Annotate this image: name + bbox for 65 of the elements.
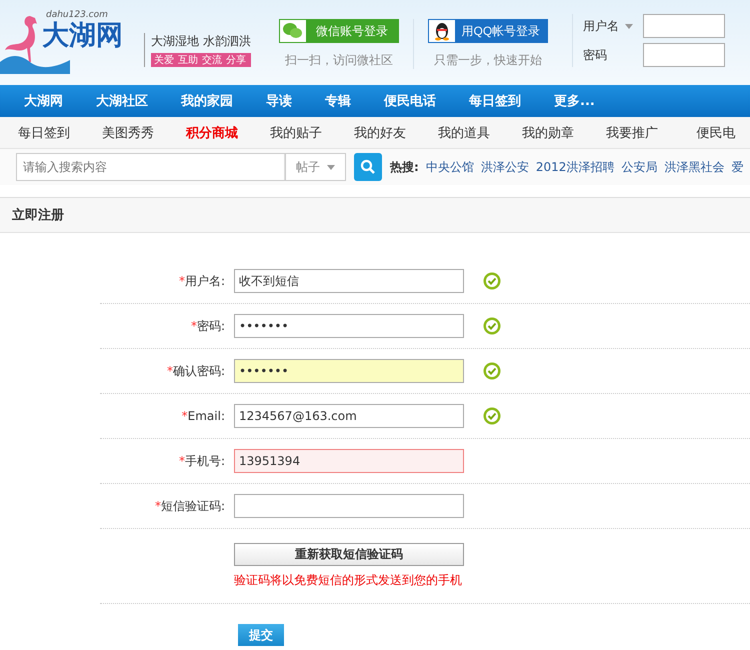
- subnav-item[interactable]: 我的勋章: [506, 124, 590, 142]
- search-field[interactable]: 请输入搜索内容: [16, 153, 286, 181]
- nav-item[interactable]: 导读: [266, 92, 292, 110]
- field-label: 密码:: [196, 318, 225, 332]
- required-mark: *: [190, 318, 197, 332]
- nav-item[interactable]: 大湖网: [24, 92, 63, 110]
- input-field[interactable]: •••••••: [234, 314, 464, 338]
- nav-item[interactable]: 大湖社区: [96, 92, 148, 110]
- hot-search-link[interactable]: 中央公馆: [426, 158, 474, 176]
- hot-search-label: 热搜:: [390, 158, 419, 176]
- nav-item[interactable]: 每日签到: [469, 92, 521, 110]
- nav-item[interactable]: 我的家园: [181, 92, 233, 110]
- hot-search-link[interactable]: 公安局: [621, 158, 658, 176]
- hot-search-link[interactable]: 爱: [731, 158, 744, 176]
- required-mark: *: [178, 274, 185, 288]
- field-label: Email:: [188, 409, 225, 423]
- search-button[interactable]: [354, 153, 382, 181]
- logo-name: 大湖网: [42, 20, 124, 52]
- nav-item[interactable]: 专辑: [325, 92, 351, 110]
- tag: 交流: [202, 53, 222, 67]
- social-login-button[interactable]: 用QQ帐号登录: [428, 19, 548, 43]
- caret-icon: [624, 24, 633, 28]
- hot-search-link[interactable]: 洪泽黑社会: [664, 158, 724, 176]
- subnav-item[interactable]: 我的好友: [338, 124, 422, 142]
- subnav-item[interactable]: 我要推广: [590, 124, 674, 142]
- subnav-item[interactable]: 我的道具: [422, 124, 506, 142]
- search-icon: [360, 159, 376, 175]
- panel-title: 立即注册: [12, 206, 64, 224]
- password-field[interactable]: [642, 43, 725, 67]
- search-scope-dropdown[interactable]: 帖子: [286, 153, 346, 181]
- required-mark: *: [178, 454, 185, 468]
- input-field[interactable]: [234, 494, 464, 518]
- required-mark: *: [154, 498, 161, 512]
- slogan: 大湖湿地 水韵泗洪: [151, 33, 251, 50]
- subnav-item[interactable]: 每日签到: [2, 124, 86, 142]
- tag: 关爱: [154, 53, 174, 67]
- logo-domain: dahu123.com: [46, 10, 109, 20]
- resend-code-button[interactable]: 重新获取短信验证码: [234, 543, 464, 566]
- hot-search-link[interactable]: 2012洪泽招聘: [536, 158, 614, 176]
- password-label: 密码: [582, 46, 608, 64]
- field-label: 手机号:: [184, 454, 225, 468]
- username-label[interactable]: 用户名: [582, 18, 643, 34]
- nav-item[interactable]: 便民电话: [384, 92, 436, 110]
- subnav-item[interactable]: 便民电: [674, 124, 750, 142]
- input-field[interactable]: 13951394: [234, 449, 464, 473]
- hot-search-link[interactable]: 洪泽公安: [480, 158, 529, 176]
- login-hint: 扫一扫，访问微社区: [284, 52, 393, 69]
- subnav-item[interactable]: 美图秀秀: [86, 124, 170, 142]
- caret-icon: [327, 164, 335, 170]
- sms-notice: 验证码将以免费短信的形式发送到您的手机: [234, 572, 463, 589]
- login-hint: 只需一步，快速开始: [434, 52, 542, 69]
- nav-item[interactable]: 更多...: [554, 92, 595, 110]
- field-label: 确认密码:: [172, 364, 225, 378]
- field-label: 短信验证码:: [160, 498, 225, 512]
- field-label: 用户名:: [184, 274, 225, 288]
- input-field[interactable]: •••••••: [234, 359, 464, 383]
- username-field[interactable]: [642, 14, 725, 38]
- input-field[interactable]: 1234567@163.com: [234, 404, 464, 428]
- tag: 互助: [178, 53, 198, 67]
- required-mark: *: [182, 409, 188, 423]
- subnav-item[interactable]: 我的贴子: [254, 124, 338, 142]
- subnav-item[interactable]: 积分商城: [170, 124, 254, 142]
- input-field[interactable]: 收不到短信: [234, 269, 464, 293]
- required-mark: *: [166, 364, 173, 378]
- tag: 分享: [226, 53, 246, 67]
